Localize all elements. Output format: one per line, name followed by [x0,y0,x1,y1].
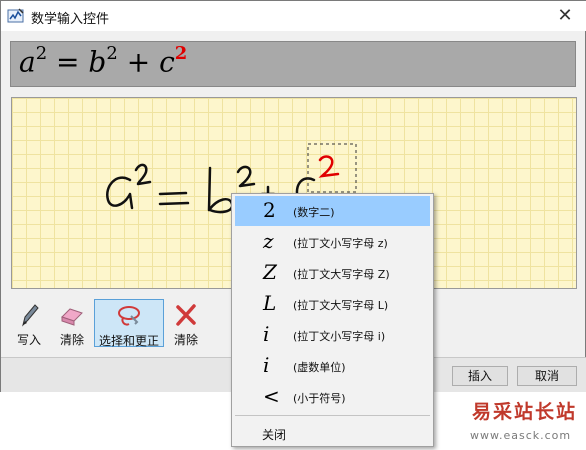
formula-preview: a2 = b2 + c2 [10,41,576,87]
menu-item-digit-two[interactable]: 2 (数字二) [235,196,430,226]
menu-item-description: (拉丁文大写字母 Z) [293,268,390,281]
menu-item-symbol: i [263,353,270,377]
menu-item-symbol: < [263,384,280,408]
menu-item-uppercase-z[interactable]: Z (拉丁文大写字母 Z) [235,258,430,288]
menu-item-lowercase-z[interactable]: z (拉丁文小写字母 z) [235,227,430,257]
formula-a-exponent: 2 [35,43,48,64]
menu-item-symbol: i [263,322,270,346]
menu-item-lowercase-i[interactable]: i (拉丁文小写字母 i) [235,320,430,350]
formula-c-exponent-highlighted: 2 [174,43,188,64]
menu-item-description: (虚数单位) [293,361,346,374]
menu-item-symbol: z [263,229,274,253]
formula-c: c [159,45,175,79]
menu-separator [235,415,430,416]
formula-equals: = [47,45,89,79]
watermark-title: 易采站长站 [472,401,578,423]
select-and-correct-tool-button[interactable]: 选择和更正 [94,299,164,348]
watermark-url: www.easck.com [470,429,572,442]
cancel-button[interactable]: 取消 [517,366,577,386]
menu-item-less-than[interactable]: < (小于符号) [235,382,430,412]
menu-item-description: (小于符号) [293,392,346,405]
pen-icon [22,304,39,327]
clear-tool-button[interactable]: 清除 [166,299,206,347]
formula-b-exponent: 2 [106,43,118,64]
window-title: 数学输入控件 [31,12,110,27]
menu-item-symbol: 2 [263,198,276,222]
clear-tool-label: 清除 [173,333,198,347]
menu-item-description: (数字二) [293,206,335,219]
correction-context-menu: 2 (数字二) z (拉丁文小写字母 z) Z (拉丁文大写字母 Z) L (拉… [231,193,434,447]
formula-text: a2 = b2 + c2 [19,43,188,79]
site-watermark: 易采站长站 www.easck.com [466,393,586,450]
menu-item-symbol: Z [263,260,277,284]
write-tool-label: 写入 [16,333,41,347]
write-tool-button[interactable]: 写入 [10,299,48,347]
math-input-app-icon [7,8,24,23]
erase-tool-button[interactable]: 清除 [50,299,94,347]
insert-button[interactable]: 插入 [452,366,508,386]
eraser-icon [61,308,83,326]
formula-a: a [19,45,36,79]
menu-item-description: (拉丁文大写字母 L) [293,299,389,312]
title-bar: 数学输入控件 ✕ [1,1,586,31]
menu-close-item[interactable]: 关闭 [262,426,286,443]
formula-b: b [88,45,107,79]
lasso-icon [118,306,140,326]
menu-item-description: (拉丁文小写字母 i) [293,330,386,343]
menu-item-description: (拉丁文小写字母 z) [293,237,388,250]
close-window-button[interactable]: ✕ [551,5,579,27]
erase-tool-label: 清除 [59,333,84,347]
menu-item-uppercase-l[interactable]: L (拉丁文大写字母 L) [235,289,430,319]
menu-item-symbol: L [263,291,277,315]
select-and-correct-label: 选择和更正 [98,334,159,348]
formula-plus: + [117,45,160,79]
red-x-icon [176,304,196,326]
menu-item-imaginary-unit[interactable]: i (虚数单位) [235,351,430,381]
